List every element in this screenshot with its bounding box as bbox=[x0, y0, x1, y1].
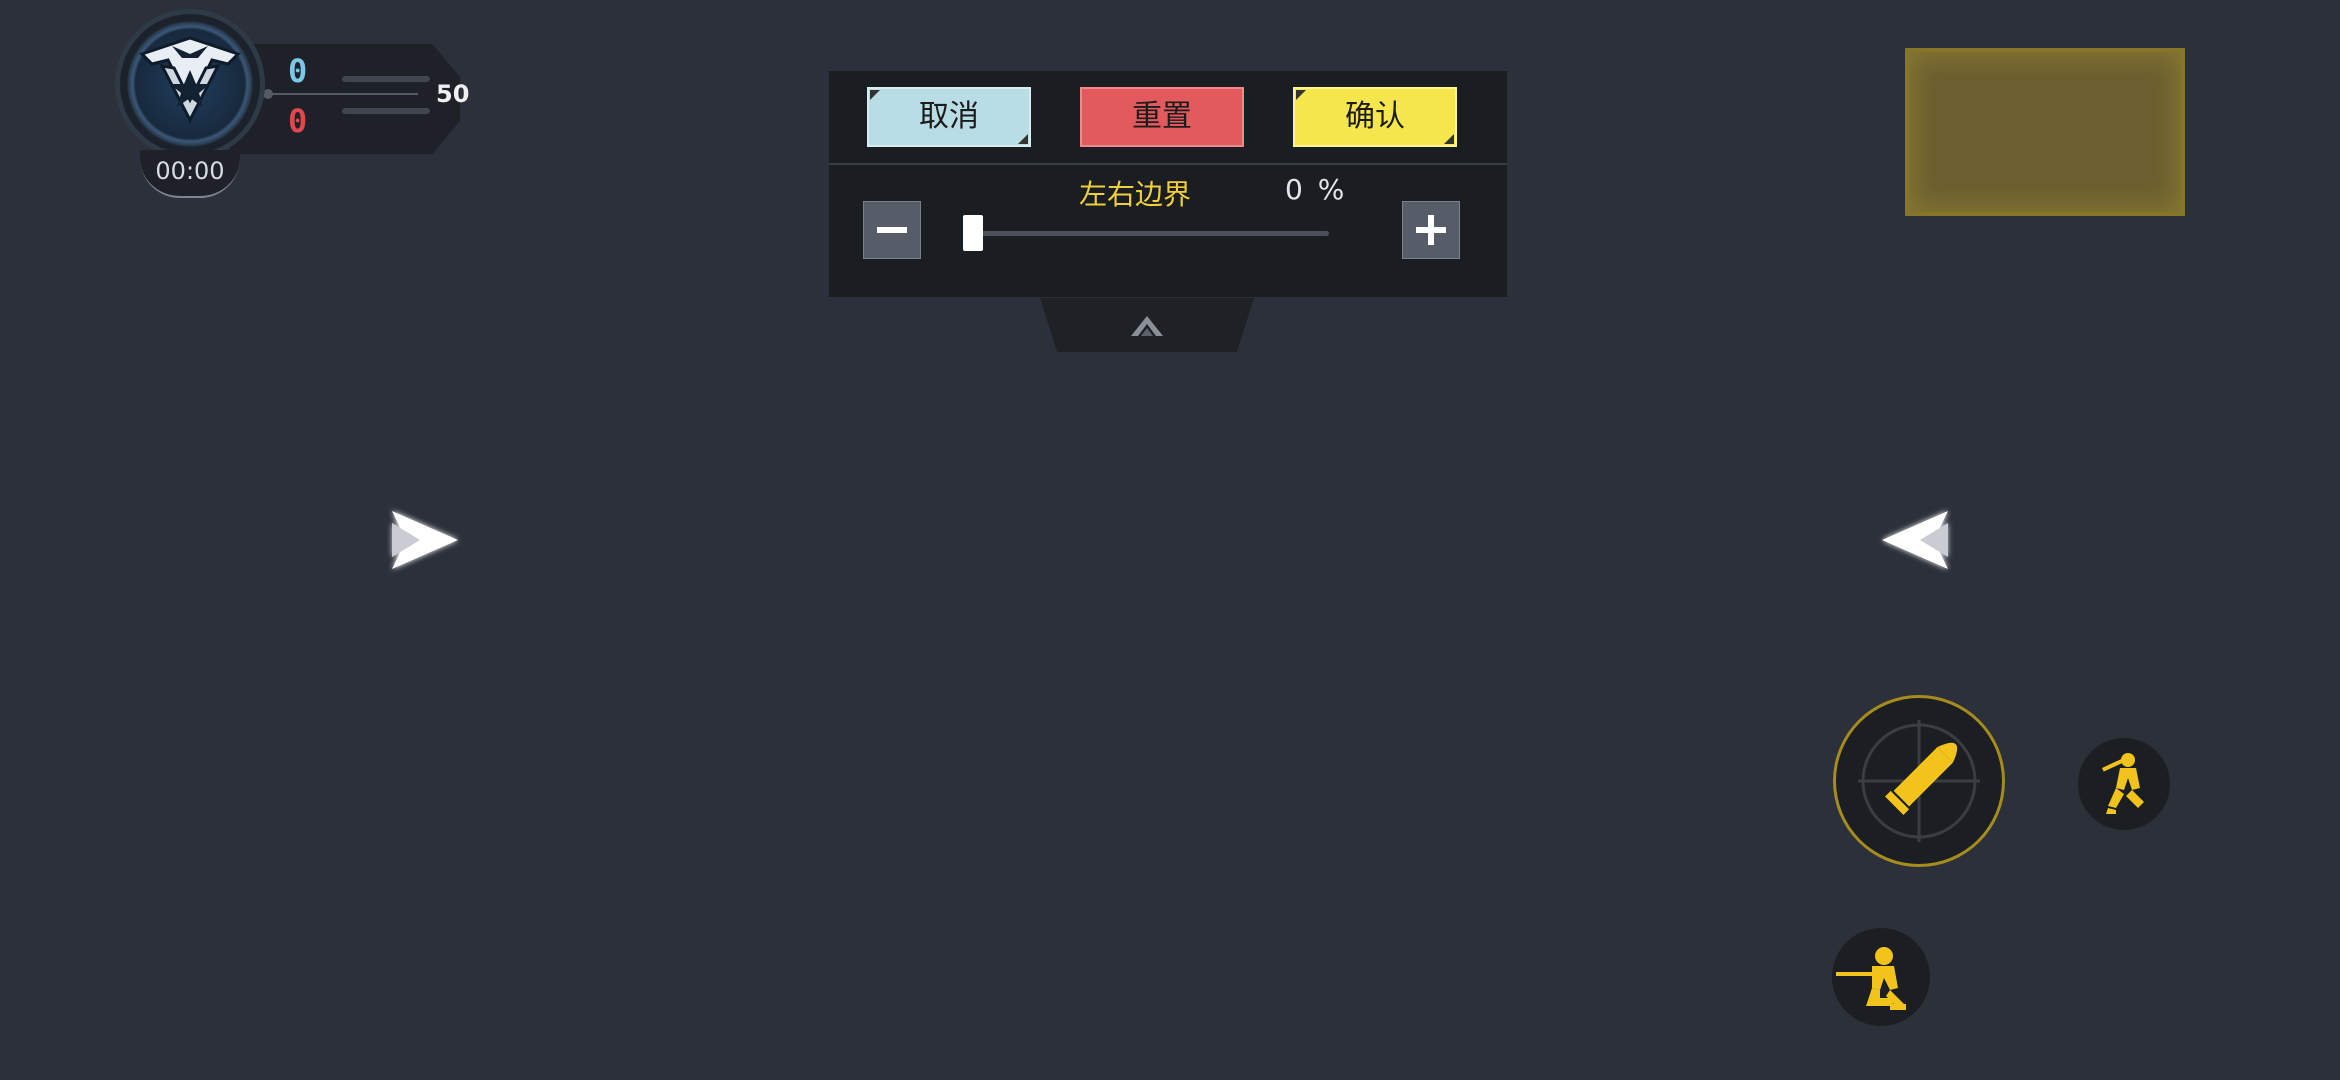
button-corner bbox=[1296, 90, 1306, 100]
crouch-button[interactable] bbox=[1832, 928, 1930, 1026]
bullet-crosshair-icon bbox=[1858, 720, 1980, 842]
boundary-slider-track[interactable] bbox=[979, 231, 1329, 236]
blue-team-score: 0 bbox=[288, 52, 308, 90]
button-corner bbox=[1018, 134, 1028, 144]
double-chevron-right-icon bbox=[392, 511, 458, 569]
confirm-button[interactable]: 确认 bbox=[1293, 87, 1457, 147]
slider-value: 0 % bbox=[1285, 173, 1348, 206]
red-team-score: 0 bbox=[288, 102, 308, 140]
decrease-button[interactable] bbox=[863, 201, 921, 259]
soldier-prone-icon bbox=[2102, 753, 2144, 814]
cancel-button[interactable]: 取消 bbox=[867, 87, 1031, 147]
layout-settings-panel: 取消 重置 确认 左右边界 0 % bbox=[828, 70, 1508, 298]
score-track bbox=[268, 93, 418, 95]
eagle-star-emblem-icon bbox=[139, 36, 241, 124]
match-timer: 00:00 bbox=[140, 150, 240, 198]
fire-button[interactable] bbox=[1836, 698, 2002, 864]
red-progress-bar bbox=[342, 108, 430, 114]
move-right-arrow[interactable] bbox=[380, 495, 470, 585]
button-corner bbox=[870, 90, 880, 100]
team-emblem bbox=[120, 14, 260, 154]
boundary-slider-handle[interactable] bbox=[963, 215, 983, 251]
prone-button[interactable] bbox=[2078, 738, 2170, 830]
increase-button[interactable] bbox=[1402, 201, 1460, 259]
score-track-dot bbox=[263, 89, 273, 99]
reset-label: 重置 bbox=[1132, 99, 1192, 134]
reset-button[interactable]: 重置 bbox=[1080, 87, 1244, 147]
target-score: 50 bbox=[436, 80, 470, 108]
panel-divider bbox=[829, 163, 1507, 165]
score-hud: 0 0 50 00:00 bbox=[120, 14, 500, 214]
soldier-crouch-icon bbox=[1836, 947, 1906, 1010]
double-chevron-left-icon bbox=[1882, 511, 1948, 569]
collapse-panel-tab[interactable] bbox=[1040, 298, 1254, 352]
cancel-label: 取消 bbox=[919, 99, 979, 134]
move-left-arrow[interactable] bbox=[1870, 495, 1960, 585]
confirm-label: 确认 bbox=[1345, 99, 1405, 134]
score-plate bbox=[230, 44, 460, 154]
minus-icon bbox=[877, 227, 907, 233]
button-corner bbox=[1444, 134, 1454, 144]
chevron-up-icon bbox=[1131, 316, 1163, 336]
blue-progress-bar bbox=[342, 76, 430, 82]
slider-label: 左右边界 bbox=[1079, 178, 1192, 211]
minimap[interactable] bbox=[1905, 48, 2185, 216]
